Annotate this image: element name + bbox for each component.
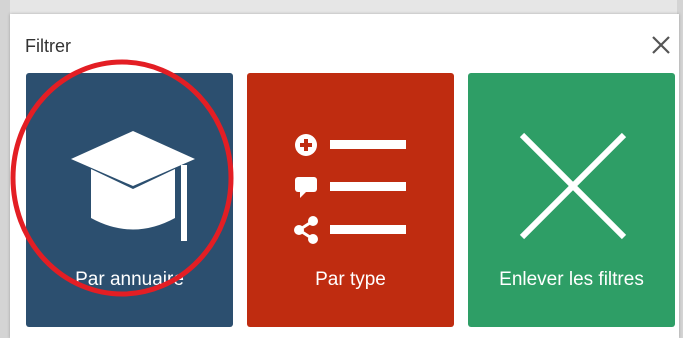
background-page [0, 0, 683, 14]
background-left-edge [0, 0, 10, 338]
tile-label: Par type [315, 269, 386, 290]
dialog-title: Filtrer [25, 36, 71, 56]
filter-by-directory-button[interactable]: Par annuaire [26, 73, 233, 327]
remove-filters-button[interactable]: Enlever les filtres [468, 73, 675, 327]
filter-by-type-button[interactable]: Par type [247, 73, 454, 327]
tile-label: Enlever les filtres [499, 269, 644, 290]
filter-dialog: Filtrer Par annuaire Par type Enlever le… [10, 14, 679, 338]
close-button[interactable] [649, 33, 673, 57]
tile-label: Par annuaire [75, 269, 184, 290]
close-icon [652, 36, 670, 54]
